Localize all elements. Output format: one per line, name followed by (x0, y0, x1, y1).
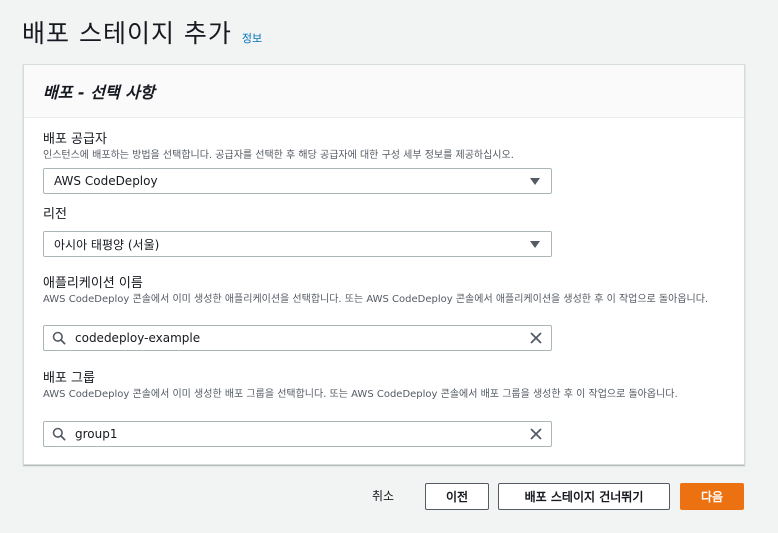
provider-description: 인스턴스에 배포하는 방법을 선택합니다. 공급자를 선택한 후 해당 공급자에… (43, 150, 514, 161)
application-label: 애플리케이션 이름 (43, 276, 143, 291)
provider-label: 배포 공급자 (43, 132, 107, 147)
search-icon (44, 422, 74, 446)
application-input[interactable]: codedeploy-example (43, 325, 552, 351)
group-description: AWS CodeDeploy 콘솔에서 이미 생성한 배포 그룹을 선택합니다.… (43, 389, 678, 400)
region-label: 리전 (43, 207, 67, 222)
group-label: 배포 그룹 (43, 371, 95, 386)
clear-icon[interactable] (521, 422, 551, 446)
card-title: 배포 - 선택 사항 (43, 83, 155, 102)
application-description: AWS CodeDeploy 콘솔에서 이미 생성한 애플리케이션을 선택합니다… (43, 294, 709, 305)
page-header: 배포 스테이지 추가 정보 (22, 14, 262, 50)
group-field: 배포 그룹 AWS CodeDeploy 콘솔에서 이미 생성한 배포 그룹을 … (43, 371, 733, 447)
clear-icon[interactable] (521, 326, 551, 350)
group-input-value: group1 (75, 427, 118, 441)
application-field: 애플리케이션 이름 AWS CodeDeploy 콘솔에서 이미 생성한 애플리… (43, 276, 733, 351)
provider-field: 배포 공급자 인스턴스에 배포하는 방법을 선택합니다. 공급자를 선택한 후 … (43, 132, 733, 194)
page-title: 배포 스테이지 추가 (22, 19, 232, 48)
skip-stage-button[interactable]: 배포 스테이지 건너뛰기 (498, 483, 670, 510)
provider-select-value: AWS CodeDeploy (54, 174, 158, 188)
cancel-button[interactable]: 취소 (372, 483, 394, 510)
deploy-card: 배포 - 선택 사항 배포 공급자 인스턴스에 배포하는 방법을 선택합니다. … (23, 64, 745, 465)
region-field: 리전 아시아 태평양 (서울) (43, 207, 733, 257)
search-icon (44, 326, 74, 350)
card-header: 배포 - 선택 사항 (24, 65, 744, 118)
info-link[interactable]: 정보 (242, 30, 262, 46)
group-input[interactable]: group1 (43, 421, 552, 447)
region-select-value: 아시아 태평양 (서울) (54, 237, 160, 252)
application-input-value: codedeploy-example (75, 331, 201, 345)
previous-button[interactable]: 이전 (425, 483, 489, 510)
next-button[interactable]: 다음 (680, 483, 744, 510)
provider-select[interactable]: AWS CodeDeploy (43, 168, 552, 194)
region-select[interactable]: 아시아 태평양 (서울) (43, 231, 552, 257)
caret-down-icon (530, 177, 540, 185)
caret-down-icon (530, 240, 540, 248)
